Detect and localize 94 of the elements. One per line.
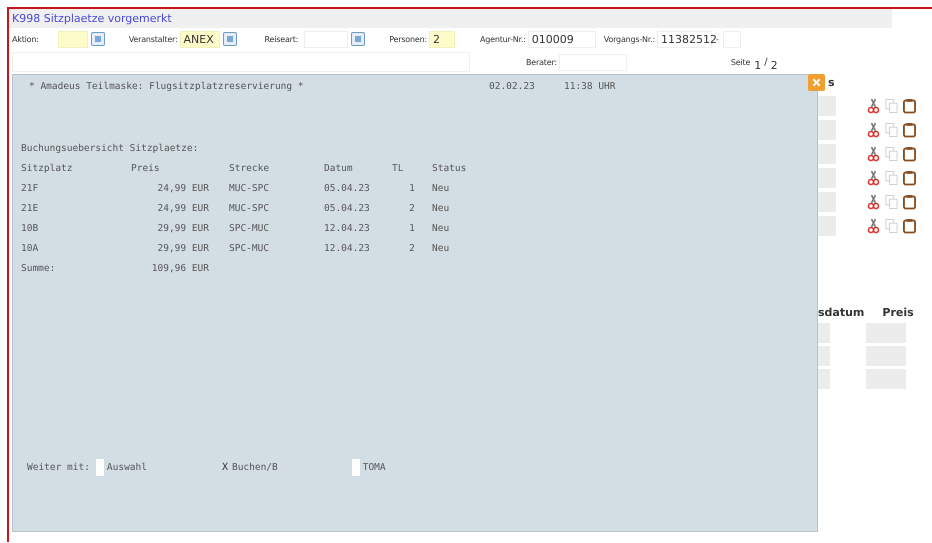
table-cell-text: 29,99 EUR (156, 243, 210, 256)
copy-icon[interactable] (885, 218, 898, 234)
clipboard-icon[interactable] (903, 194, 916, 210)
table-cell-text: 2 (408, 243, 416, 256)
copy-icon[interactable] (885, 146, 898, 162)
close-icon (812, 78, 821, 87)
field-label: Vorgangs-Nr.: (604, 34, 656, 44)
column-header: Preis (131, 163, 161, 176)
clipboard-icon[interactable] (903, 122, 916, 138)
table-cell-text: 12.04.23 (324, 223, 371, 236)
section-heading: Buchungsuebersicht Sitzplaetze: (21, 143, 200, 156)
column-header: s (828, 76, 836, 91)
table-cell-text: Neu (432, 183, 450, 196)
field-label: Aktion: (12, 34, 39, 44)
date-text: 02.02.23 (489, 81, 536, 94)
column-header: sdatum (818, 306, 864, 318)
dialog-title: * Amadeus Teilmaske: Flugsitzplatzreservierung * (29, 81, 305, 94)
separator-text: / (764, 56, 768, 68)
input-field[interactable] (58, 30, 88, 48)
table-cell-text: 05.04.23 (324, 203, 371, 216)
table-cell (818, 216, 836, 236)
copy-icon[interactable] (885, 122, 898, 138)
input-field[interactable]: 2 (428, 30, 455, 48)
table-cell-text: 10A (21, 243, 40, 256)
scissors-icon[interactable] (867, 146, 880, 162)
table-cell (818, 144, 836, 164)
table-cell-text: 24,99 EUR (156, 203, 210, 216)
time-text: 11:38 UHR (564, 81, 616, 94)
table-cell-text: 1 (408, 183, 416, 196)
field-label: Reiseart: (264, 34, 298, 44)
page-number: 1 (754, 58, 762, 72)
table-cell (818, 168, 836, 188)
table-cell-text: 21E (21, 203, 40, 216)
option-label: Auswahl (106, 462, 147, 473)
field-label: Agentur-Nr.: (480, 34, 526, 44)
table-cell-text: MUC-SPC (229, 183, 270, 196)
scissors-icon[interactable] (867, 122, 880, 138)
table-cell (818, 322, 830, 342)
table-cell-text: 24,99 EUR (156, 183, 210, 196)
option-field[interactable] (96, 459, 104, 476)
page-number: 2 (770, 58, 778, 72)
copy-icon[interactable] (885, 170, 898, 186)
table-cell-text: SPC-MUC (229, 223, 270, 236)
scissors-icon[interactable] (867, 98, 880, 114)
clipboard-icon[interactable] (903, 98, 916, 114)
clipboard-icon[interactable] (903, 170, 916, 186)
column-header: Preis (882, 306, 914, 318)
table-cell-text: 21F (21, 183, 40, 196)
lookup-button[interactable] (351, 32, 366, 46)
table-cell (818, 368, 830, 388)
table-cell-text: Neu (432, 243, 450, 256)
close-button[interactable] (808, 74, 825, 91)
table-cell-text: SPC-MUC (229, 243, 270, 256)
table-cell (818, 96, 836, 116)
input-field[interactable]: ANEX (180, 30, 220, 48)
window-title: K998 Sitzplaetze vorgemerkt (12, 12, 172, 25)
lookup-button[interactable] (90, 32, 105, 46)
clipboard-icon[interactable] (903, 146, 916, 162)
column-header: Datum (324, 163, 354, 176)
clipboard-icon[interactable] (903, 218, 916, 234)
separator-text: - (716, 34, 719, 44)
field-label: Personen: (389, 34, 427, 44)
sum-value: 109,96 EUR (150, 263, 210, 276)
option-label: Buchen/B (232, 462, 278, 473)
sum-label: Summe: (21, 263, 56, 276)
table-cell-text: 10B (21, 223, 40, 236)
table-cell-text: 12.04.23 (324, 243, 371, 256)
table-cell (818, 192, 836, 212)
copy-icon[interactable] (885, 98, 898, 114)
column-header: Sitzplatz (21, 163, 74, 176)
column-header: Strecke (229, 163, 270, 176)
copy-icon[interactable] (885, 194, 898, 210)
field-label: Veranstalter: (128, 34, 178, 44)
table-cell-text: 29,99 EUR (156, 223, 210, 236)
field-label: Berater: (526, 58, 557, 66)
column-header: Status (432, 163, 468, 176)
table-cell-text: Neu (432, 203, 450, 216)
scissors-icon[interactable] (867, 218, 880, 234)
option-label: TOMA (362, 462, 386, 473)
option-field[interactable] (352, 459, 360, 476)
prompt-label: Weiter mit: (27, 462, 90, 473)
table-cell-text: Neu (432, 223, 450, 236)
table-cell-text: 1 (408, 223, 416, 236)
input-field[interactable]: 010009 (528, 30, 596, 48)
field-label: Seite (730, 58, 750, 66)
scissors-icon[interactable] (867, 170, 880, 186)
column-header: TL (392, 163, 404, 176)
table-cell-text: 05.04.23 (324, 183, 371, 196)
lookup-button[interactable] (222, 32, 237, 46)
table-cell (818, 346, 830, 366)
scissors-icon[interactable] (867, 194, 880, 210)
table-cell (818, 120, 836, 140)
table-cell-text: 2 (408, 203, 416, 216)
table-cell-text: MUC-SPC (229, 203, 270, 216)
